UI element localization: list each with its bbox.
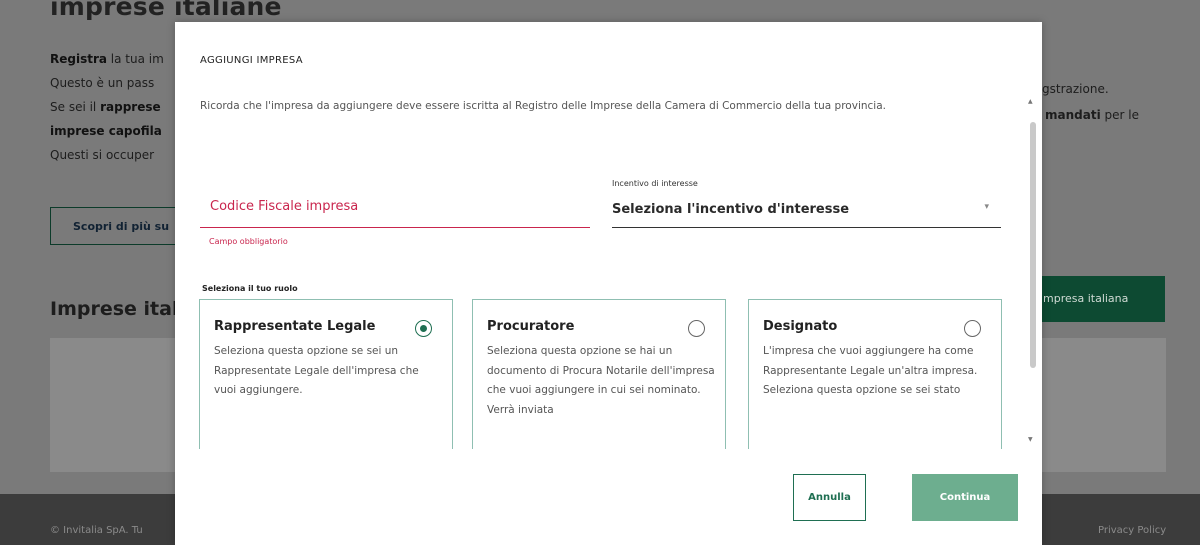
incentive-label: Incentivo di interesse xyxy=(612,179,698,188)
role-card-title: Procuratore xyxy=(487,319,575,334)
role-radio-designee[interactable] xyxy=(964,320,981,337)
continue-button[interactable]: Continua xyxy=(912,474,1018,521)
role-card-description: Seleziona questa opzione se sei un Rappr… xyxy=(214,345,419,396)
footer-copyright: © Invitalia SpA. Tu xyxy=(50,525,143,536)
intro-line-4: imprese capofila xyxy=(50,124,162,138)
role-radio-attorney[interactable] xyxy=(688,320,705,337)
role-card-title: Designato xyxy=(763,319,838,334)
learn-more-button[interactable]: Scopri di più su xyxy=(50,207,180,245)
privacy-policy-link[interactable]: Privacy Policy xyxy=(1098,525,1166,536)
role-card-attorney[interactable]: Procuratore Seleziona questa opzione se … xyxy=(472,299,726,449)
intro-right-1: gstrazione. xyxy=(1042,82,1109,96)
intro-line-2: Questo è un pass xyxy=(50,76,155,90)
role-card-description: L'impresa che vuoi aggiungere ha come Ra… xyxy=(763,345,978,396)
role-radio-legal-representative[interactable] xyxy=(415,320,432,337)
role-label: Seleziona il tuo ruolo xyxy=(202,284,298,293)
incentive-select[interactable]: Seleziona l'incentivo d'interesse ▾ xyxy=(612,192,1001,228)
role-card-title: Rappresentate Legale xyxy=(214,319,376,334)
intro-line-3: Se sei il rapprese xyxy=(50,100,161,114)
modal-description: Ricorda che l'impresa da aggiungere deve… xyxy=(200,100,886,112)
caret-down-icon: ▾ xyxy=(984,202,989,212)
role-card-legal-representative[interactable]: Rappresentate Legale Seleziona questa op… xyxy=(199,299,453,449)
role-card-description: Seleziona questa opzione se hai un docum… xyxy=(487,345,715,416)
intro-line-5: Questi si occuper xyxy=(50,148,155,162)
section-title: Imprese itali xyxy=(50,298,185,320)
fiscal-code-input[interactable] xyxy=(210,199,570,214)
intro-line-1: Registra la tua im xyxy=(50,52,164,66)
role-card-designee[interactable]: Designato L'impresa che vuoi aggiungere … xyxy=(748,299,1002,449)
cancel-button[interactable]: Annulla xyxy=(793,474,866,521)
modal-title: AGGIUNGI IMPRESA xyxy=(200,55,303,66)
page-title: imprese italiane xyxy=(50,0,282,21)
fiscal-code-field xyxy=(200,185,590,228)
modal-scrollbar-thumb[interactable] xyxy=(1030,122,1036,368)
scroll-down-arrow-icon[interactable]: ▼ xyxy=(1028,436,1033,443)
intro-right-2: mandati per le xyxy=(1045,108,1139,122)
add-company-modal: AGGIUNGI IMPRESA Ricorda che l'impresa d… xyxy=(175,22,1042,545)
incentive-select-value: Seleziona l'incentivo d'interesse xyxy=(612,202,850,217)
scroll-up-arrow-icon[interactable]: ▲ xyxy=(1028,98,1033,105)
fiscal-code-error: Campo obbligatorio xyxy=(209,237,288,246)
